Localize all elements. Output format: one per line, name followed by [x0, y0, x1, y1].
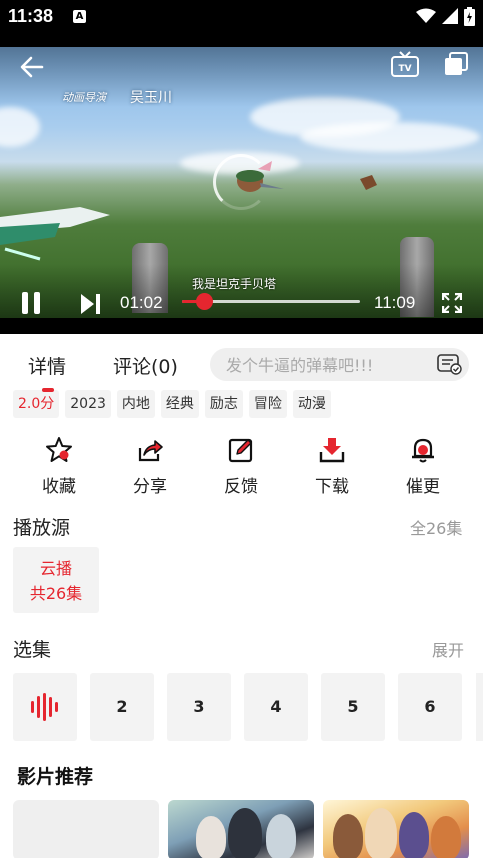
- scene-cloud: [0, 107, 40, 147]
- episodes-expand[interactable]: 展开: [432, 637, 464, 661]
- video-player[interactable]: 动画导演 吴玉川 TV 我是坦克手贝塔 01:02 11:09: [0, 47, 483, 334]
- subtitle-text: 我是坦克手贝塔: [192, 277, 277, 291]
- scene-character: [236, 161, 284, 192]
- wifi-icon: [416, 8, 436, 23]
- seek-bar[interactable]: [182, 293, 360, 310]
- recommend-poster[interactable]: [13, 800, 159, 858]
- current-time: 01:02: [120, 293, 163, 312]
- poster-figure: [228, 808, 262, 858]
- tag-genre[interactable]: 冒险: [248, 390, 287, 418]
- action-bar: 收藏 分享 反馈 下载 催更: [0, 436, 483, 498]
- tag-genre[interactable]: 动漫: [292, 390, 331, 418]
- source-name: 云播: [39, 559, 72, 578]
- source-episode-count: 共26集: [29, 584, 83, 603]
- poster-figure: [365, 808, 397, 858]
- download-button[interactable]: 下载: [297, 436, 367, 497]
- poster-figure: [431, 816, 461, 858]
- tag-list: 2.0分 2023 内地 经典 励志 冒险 动漫: [13, 388, 331, 420]
- episode-item[interactable]: 6: [398, 673, 462, 741]
- episode-item[interactable]: 3: [167, 673, 231, 741]
- danmaku-input[interactable]: [226, 354, 426, 376]
- recommend-poster[interactable]: [168, 800, 314, 858]
- total-time: 11:09: [374, 293, 416, 312]
- source-total[interactable]: 全26集: [410, 515, 462, 539]
- edit-icon: [228, 438, 253, 463]
- poster-figure: [333, 814, 363, 858]
- episode-item-playing[interactable]: [13, 673, 77, 741]
- source-title: 播放源: [13, 517, 71, 539]
- tab-comments[interactable]: 评论(0): [113, 352, 178, 379]
- scene-debris: [360, 175, 377, 190]
- tv-cast-icon[interactable]: TV: [390, 50, 420, 80]
- fullscreen-icon[interactable]: [442, 293, 462, 313]
- recommend-poster[interactable]: [323, 800, 469, 858]
- next-episode-icon[interactable]: [80, 293, 102, 315]
- status-time: 11:38: [8, 6, 54, 26]
- picture-in-picture-icon[interactable]: [442, 50, 470, 78]
- urge-update-label: 催更: [406, 477, 440, 497]
- playing-wave-icon: [31, 693, 58, 721]
- notification-icon: A: [73, 10, 86, 23]
- scene-plane: [0, 207, 110, 261]
- pause-icon[interactable]: [20, 291, 42, 315]
- tab-details[interactable]: 详情: [28, 352, 66, 379]
- poster-figure: [266, 814, 296, 858]
- download-icon: [319, 438, 345, 463]
- favorite-label: 收藏: [42, 477, 76, 497]
- star-icon: [46, 437, 72, 462]
- credit-name: 吴玉川: [130, 90, 172, 106]
- episode-item[interactable]: 5: [321, 673, 385, 741]
- back-arrow-icon[interactable]: [18, 53, 46, 81]
- share-label: 分享: [133, 477, 167, 497]
- system-icons: [416, 6, 475, 26]
- tag-year[interactable]: 2023: [65, 390, 111, 418]
- status-bar: 11:38 A: [0, 0, 483, 47]
- poster-figure: [196, 816, 226, 858]
- danmaku-box: [210, 348, 469, 381]
- tag-genre[interactable]: 经典: [160, 390, 199, 418]
- source-option[interactable]: 云播 共26集: [13, 547, 99, 613]
- rating-tag: 2.0分: [13, 388, 60, 418]
- favorite-button[interactable]: 收藏: [24, 436, 94, 497]
- episode-item-overflow: [476, 673, 483, 741]
- danmaku-settings-icon[interactable]: [437, 353, 463, 375]
- recommend-title: 影片推荐: [17, 766, 94, 788]
- episode-item[interactable]: 4: [244, 673, 308, 741]
- tag-region[interactable]: 内地: [116, 390, 155, 418]
- episode-item[interactable]: 2: [90, 673, 154, 741]
- bell-icon: [412, 438, 434, 463]
- detail-tabs: 详情 评论(0): [0, 334, 483, 392]
- urge-update-button[interactable]: 催更: [388, 436, 458, 497]
- feedback-label: 反馈: [224, 477, 258, 497]
- svg-text:TV: TV: [398, 64, 411, 74]
- tag-genre[interactable]: 励志: [204, 390, 243, 418]
- episodes-title: 选集: [13, 639, 52, 661]
- share-icon: [138, 440, 163, 462]
- credit-role: 动画导演: [62, 91, 106, 104]
- download-label: 下载: [315, 477, 349, 497]
- share-button[interactable]: 分享: [115, 436, 185, 497]
- poster-figure: [399, 812, 429, 858]
- battery-icon: [464, 6, 475, 26]
- feedback-button[interactable]: 反馈: [206, 436, 276, 497]
- scene-cloud: [300, 122, 480, 152]
- signal-icon: [442, 8, 458, 24]
